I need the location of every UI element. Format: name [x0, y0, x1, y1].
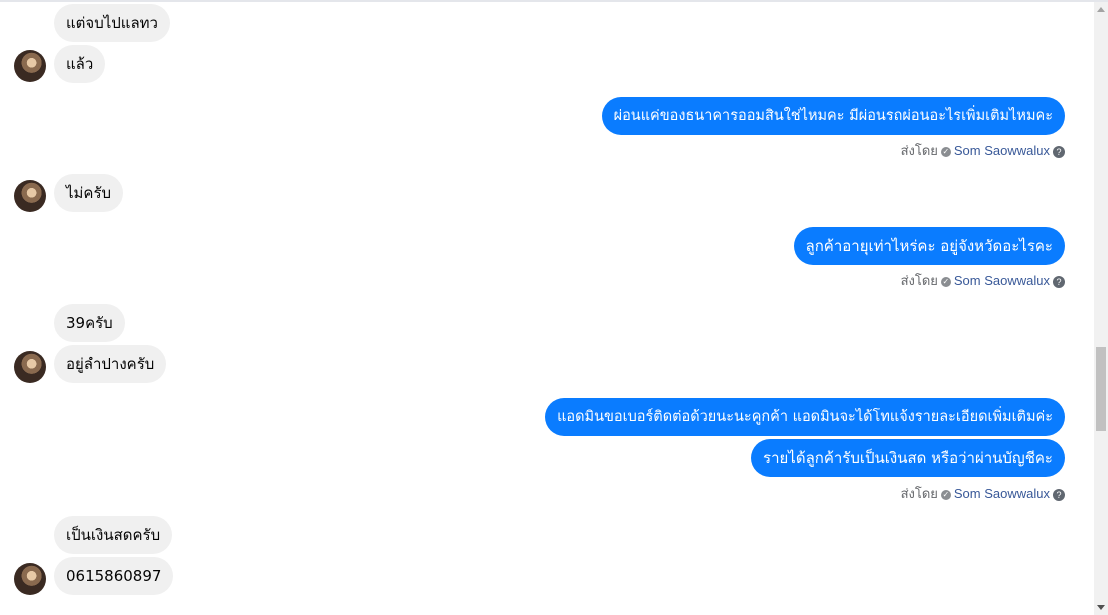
sent-by-line: ส่งโดย ✓ Som Saowwalux?: [901, 270, 1065, 291]
incoming-message: แล้ว: [54, 45, 106, 83]
vertical-scrollbar[interactable]: [1094, 2, 1108, 615]
scrollbar-thumb[interactable]: [1096, 347, 1106, 431]
incoming-message: เป็นเงินสดครับ: [54, 516, 173, 554]
sender-name-link[interactable]: Som Saowwalux: [954, 273, 1050, 288]
incoming-message: 39ครับ: [54, 304, 125, 342]
outgoing-message: รายได้ลูกค้ารับเป็นเงินสด หรือว่าผ่านบัญ…: [751, 439, 1065, 477]
contact-avatar[interactable]: [14, 351, 46, 383]
sent-by-label: ส่งโดย: [900, 273, 938, 288]
outgoing-message: ผ่อนแค่ของธนาคารออมสินใช่ไหมคะ มีผ่อนรถผ…: [601, 97, 1065, 135]
sender-name-link[interactable]: Som Saowwalux: [954, 143, 1050, 158]
help-icon[interactable]: ?: [1053, 488, 1065, 501]
incoming-message: แต่จบไปแลทว: [54, 4, 170, 42]
scroll-down-arrow-icon[interactable]: [1097, 605, 1105, 610]
sent-by-label: ส่งโดย: [900, 143, 938, 158]
help-icon[interactable]: ?: [1053, 145, 1065, 158]
help-icon[interactable]: ?: [1053, 275, 1065, 288]
contact-avatar[interactable]: [14, 50, 46, 82]
scroll-up-arrow-icon[interactable]: [1097, 7, 1105, 12]
sent-by-line: ส่งโดย ✓ Som Saowwalux?: [901, 483, 1065, 504]
sent-by-check-icon: ✓: [940, 489, 951, 500]
sender-name-link[interactable]: Som Saowwalux: [954, 486, 1050, 501]
contact-avatar[interactable]: [14, 180, 46, 212]
sent-by-check-icon: ✓: [940, 276, 951, 287]
sent-by-line: ส่งโดย ✓ Som Saowwalux?: [901, 140, 1065, 161]
incoming-message: อยู่ลำปางครับ: [54, 345, 167, 383]
top-border: [0, 0, 1108, 2]
sent-by-check-icon: ✓: [940, 146, 951, 157]
incoming-message: ไม่ครับ: [54, 174, 124, 212]
contact-avatar[interactable]: [14, 563, 46, 595]
outgoing-message: แอดมินขอเบอร์ติดต่อด้วยนะนะคูกค้า แอดมิน…: [545, 398, 1065, 436]
outgoing-message: ลูกค้าอายุเท่าไหร่คะ อยู่จังหวัดอะไรคะ: [793, 227, 1065, 265]
incoming-message: 0615860897: [54, 557, 174, 595]
sent-by-label: ส่งโดย: [900, 486, 938, 501]
